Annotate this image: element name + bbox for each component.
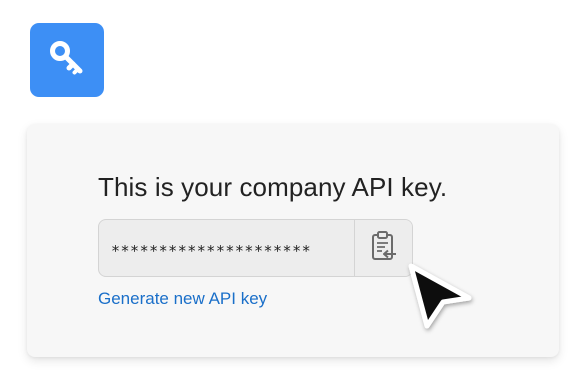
app-key-badge	[30, 23, 104, 97]
copy-key-button[interactable]	[354, 220, 412, 276]
mouse-pointer-icon	[405, 262, 477, 343]
key-icon	[47, 38, 87, 83]
api-key-field[interactable]: *********************	[98, 219, 413, 277]
generate-new-key-link[interactable]: Generate new API key	[98, 289, 267, 309]
clipboard-copy-icon	[370, 230, 398, 267]
api-key-value[interactable]: *********************	[99, 220, 354, 276]
card-heading: This is your company API key.	[98, 172, 448, 202]
api-key-card: This is your company API key. **********…	[27, 124, 559, 357]
